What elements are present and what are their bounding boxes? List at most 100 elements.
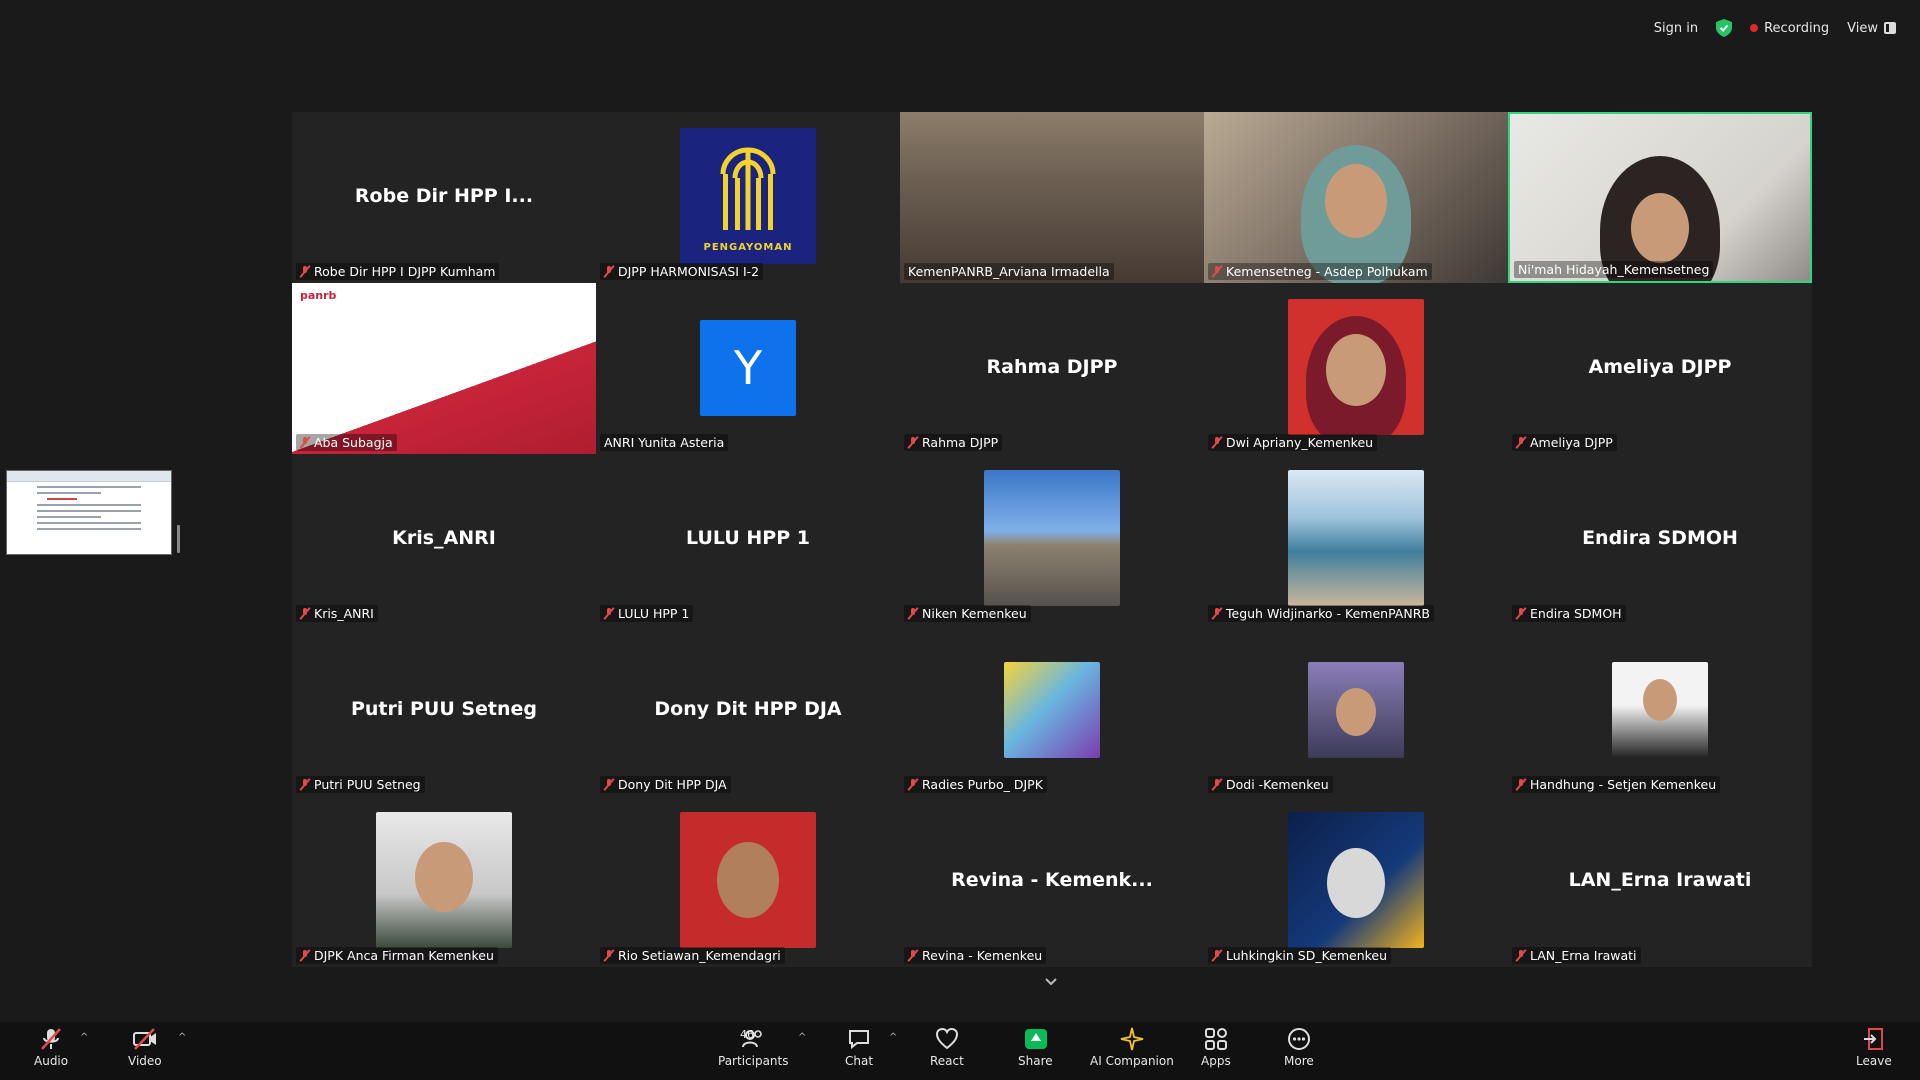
- apps-button[interactable]: Apps: [1201, 1026, 1231, 1068]
- participant-nameplate: Kemensetneg - Asdep Polhukam: [1208, 263, 1432, 280]
- thumbnail-resize-handle[interactable]: [177, 525, 180, 553]
- participant-name: Radies Purbo_ DJPK: [922, 777, 1043, 792]
- video-button[interactable]: Video: [128, 1026, 162, 1068]
- participant-nameplate: Endira SDMOH: [1512, 605, 1626, 622]
- shared-screen-thumbnail[interactable]: [6, 470, 172, 555]
- more-button[interactable]: More: [1284, 1026, 1314, 1068]
- participant-tile[interactable]: Kris_ANRI Kris_ANRI: [292, 454, 596, 625]
- security-shield[interactable]: [1716, 19, 1733, 37]
- leave-button[interactable]: Leave: [1856, 1026, 1892, 1068]
- view-button[interactable]: View: [1847, 21, 1896, 36]
- participant-tile[interactable]: Handhung - Setjen Kemenkeu: [1508, 625, 1812, 796]
- chevron-down-icon[interactable]: [1044, 975, 1058, 989]
- participant-name: Endira SDMOH: [1530, 606, 1622, 621]
- participant-tile[interactable]: Dwi Apriany_Kemenkeu: [1204, 283, 1508, 454]
- mic-muted-icon: [1516, 949, 1526, 962]
- top-bar: Sign in Recording View: [1644, 14, 1906, 42]
- participant-name: Kemensetneg - Asdep Polhukam: [1226, 264, 1428, 279]
- participant-name: Dwi Apriany_Kemenkeu: [1226, 435, 1374, 450]
- meeting-toolbar: Audio ^ Video ^ 46 Participants ^ Chat ^…: [0, 1022, 1920, 1080]
- pengayoman-logo: PENGAYOMAN: [680, 128, 816, 264]
- participant-tile[interactable]: Dony Dit HPP DJA Dony Dit HPP DJA: [596, 625, 900, 796]
- person-face: [1643, 679, 1677, 722]
- participant-tile[interactable]: LAN_Erna Irawati LAN_Erna Irawati: [1508, 796, 1812, 967]
- participant-tile[interactable]: LULU HPP 1 LULU HPP 1: [596, 454, 900, 625]
- participant-tile[interactable]: Luhkingkin SD_Kemenkeu: [1204, 796, 1508, 967]
- mic-muted-icon: [1212, 949, 1222, 962]
- participant-tile-active-speaker[interactable]: Ni'mah Hidayah_Kemensetneg: [1508, 112, 1812, 283]
- doc-line: [37, 486, 141, 488]
- mic-muted-icon: [1516, 778, 1526, 791]
- chat-options-caret[interactable]: ^: [889, 1032, 897, 1043]
- doc-line: [37, 528, 141, 530]
- participant-nameplate: DJPK Anca Firman Kemenkeu: [296, 947, 498, 964]
- participant-tile[interactable]: Revina - Kemenk... Revina - Kemenkeu: [900, 796, 1204, 967]
- participant-tile[interactable]: Niken Kemenkeu: [900, 454, 1204, 625]
- participant-video: [900, 112, 1204, 283]
- sign-in-button[interactable]: Sign in: [1654, 21, 1698, 36]
- participant-name: Revina - Kemenkeu: [922, 948, 1043, 963]
- participant-name: DJPP HARMONISASI I-2: [618, 264, 760, 279]
- participant-nameplate: Rio Setiawan_Kemendagri: [600, 947, 785, 964]
- react-button[interactable]: React: [930, 1026, 964, 1068]
- profile-photo: [1288, 299, 1424, 435]
- audio-button[interactable]: Audio: [34, 1026, 68, 1068]
- participants-options-caret[interactable]: ^: [798, 1032, 806, 1043]
- mic-muted-icon: [604, 265, 614, 278]
- participant-video: [1510, 114, 1810, 281]
- participant-tile[interactable]: Rahma DJPP Rahma DJPP: [900, 283, 1204, 454]
- participant-tile[interactable]: Radies Purbo_ DJPK: [900, 625, 1204, 796]
- mic-muted-icon: [1516, 607, 1526, 620]
- recording-indicator[interactable]: Recording: [1750, 21, 1829, 36]
- person-face: [717, 842, 779, 918]
- participant-display-name: Ameliya DJPP: [1588, 355, 1732, 378]
- mic-muted-icon: [604, 778, 614, 791]
- ai-companion-button[interactable]: AI Companion: [1090, 1026, 1174, 1068]
- participant-nameplate: Putri PUU Setneg: [296, 776, 425, 793]
- mic-muted-icon: [1516, 436, 1526, 449]
- participant-nameplate: Robe Dir HPP I DJPP Kumham: [296, 263, 500, 280]
- participant-nameplate: Aba Subagja: [296, 434, 397, 451]
- chat-button[interactable]: Chat: [845, 1026, 873, 1068]
- participant-video: [1204, 112, 1508, 283]
- profile-photo: [1004, 662, 1100, 758]
- recording-label: Recording: [1764, 20, 1830, 36]
- participant-tile[interactable]: PENGAYOMAN DJPP HARMONISASI I-2: [596, 112, 900, 283]
- participant-name: Aba Subagja: [314, 435, 393, 450]
- participant-display-name: Endira SDMOH: [1582, 526, 1738, 549]
- gallery-view: Robe Dir HPP I... Robe Dir HPP I DJPP Ku…: [292, 112, 1812, 967]
- participant-tile[interactable]: Putri PUU Setneg Putri PUU Setneg: [292, 625, 596, 796]
- participant-nameplate: Revina - Kemenkeu: [904, 947, 1047, 964]
- participant-nameplate: LAN_Erna Irawati: [1512, 947, 1641, 964]
- participant-tile[interactable]: Kemensetneg - Asdep Polhukam: [1204, 112, 1508, 283]
- video-options-caret[interactable]: ^: [178, 1032, 186, 1043]
- participant-tile[interactable]: Dodi -Kemenkeu: [1204, 625, 1508, 796]
- apps-icon: [1204, 1028, 1227, 1050]
- participant-tile[interactable]: Ameliya DJPP Ameliya DJPP: [1508, 283, 1812, 454]
- share-label: Share: [1018, 1054, 1053, 1068]
- audio-label: Audio: [34, 1054, 69, 1068]
- view-layout-icon: [1884, 22, 1896, 34]
- participants-button[interactable]: 46 Participants: [718, 1026, 789, 1068]
- participant-tile[interactable]: Rio Setiawan_Kemendagri: [596, 796, 900, 967]
- profile-photo: [1288, 470, 1424, 606]
- participant-tile[interactable]: Endira SDMOH Endira SDMOH: [1508, 454, 1812, 625]
- participant-tile[interactable]: panrb Bergerak untuk Reformasi Birokrasi…: [292, 283, 596, 454]
- video-off-icon: [132, 1028, 156, 1050]
- profile-photo: [680, 812, 816, 948]
- participant-name: Ni'mah Hidayah_Kemensetneg: [1518, 262, 1710, 277]
- letter-avatar: Y: [700, 320, 796, 416]
- leave-label: Leave: [1856, 1054, 1892, 1068]
- audio-options-caret[interactable]: ^: [80, 1032, 88, 1043]
- participant-tile[interactable]: Teguh Widjinarko - KemenPANRB: [1204, 454, 1508, 625]
- mic-muted-icon: [300, 949, 310, 962]
- share-button[interactable]: Share: [1018, 1026, 1053, 1068]
- recording-dot-icon: [1750, 24, 1759, 32]
- participant-name: LULU HPP 1: [618, 606, 690, 621]
- participant-tile[interactable]: DJPK Anca Firman Kemenkeu: [292, 796, 596, 967]
- participant-tile[interactable]: Robe Dir HPP I... Robe Dir HPP I DJPP Ku…: [292, 112, 596, 283]
- participant-name: Handhung - Setjen Kemenkeu: [1530, 777, 1717, 792]
- participant-tile[interactable]: KemenPANRB_Arviana Irmadella: [900, 112, 1204, 283]
- participant-name: Kris_ANRI: [314, 606, 374, 621]
- participant-tile[interactable]: Y ANRI Yunita Asteria: [596, 283, 900, 454]
